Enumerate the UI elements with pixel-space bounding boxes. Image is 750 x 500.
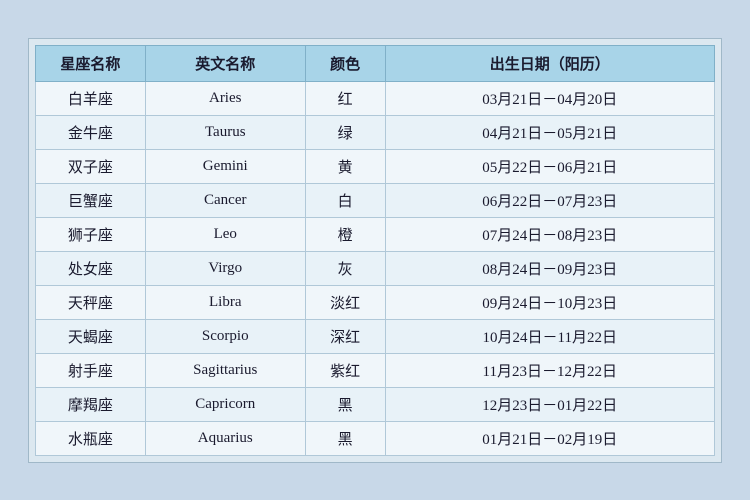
cell-date: 01月21日－02月19日: [385, 421, 714, 455]
cell-color: 橙: [305, 217, 385, 251]
cell-en: Capricorn: [145, 387, 305, 421]
cell-date: 11月23日－12月22日: [385, 353, 714, 387]
cell-date: 12月23日－01月22日: [385, 387, 714, 421]
cell-en: Taurus: [145, 115, 305, 149]
table-row: 摩羯座Capricorn黑12月23日－01月22日: [36, 387, 715, 421]
cell-color: 黑: [305, 387, 385, 421]
cell-date: 03月21日－04月20日: [385, 81, 714, 115]
cell-en: Cancer: [145, 183, 305, 217]
cell-zh: 处女座: [36, 251, 146, 285]
cell-zh: 白羊座: [36, 81, 146, 115]
header-zh: 星座名称: [36, 45, 146, 81]
cell-color: 深红: [305, 319, 385, 353]
cell-zh: 水瓶座: [36, 421, 146, 455]
cell-zh: 天秤座: [36, 285, 146, 319]
cell-color: 淡红: [305, 285, 385, 319]
cell-zh: 射手座: [36, 353, 146, 387]
header-date: 出生日期（阳历）: [385, 45, 714, 81]
table-row: 处女座Virgo灰08月24日－09月23日: [36, 251, 715, 285]
cell-date: 08月24日－09月23日: [385, 251, 714, 285]
cell-zh: 摩羯座: [36, 387, 146, 421]
cell-zh: 巨蟹座: [36, 183, 146, 217]
cell-date: 06月22日－07月23日: [385, 183, 714, 217]
table-row: 金牛座Taurus绿04月21日－05月21日: [36, 115, 715, 149]
cell-color: 红: [305, 81, 385, 115]
header-en: 英文名称: [145, 45, 305, 81]
cell-date: 09月24日－10月23日: [385, 285, 714, 319]
cell-en: Aquarius: [145, 421, 305, 455]
table-row: 狮子座Leo橙07月24日－08月23日: [36, 217, 715, 251]
table-body: 白羊座Aries红03月21日－04月20日金牛座Taurus绿04月21日－0…: [36, 81, 715, 455]
cell-zh: 金牛座: [36, 115, 146, 149]
cell-zh: 狮子座: [36, 217, 146, 251]
cell-zh: 双子座: [36, 149, 146, 183]
cell-en: Libra: [145, 285, 305, 319]
table-row: 巨蟹座Cancer白06月22日－07月23日: [36, 183, 715, 217]
cell-color: 黄: [305, 149, 385, 183]
cell-color: 灰: [305, 251, 385, 285]
table-row: 白羊座Aries红03月21日－04月20日: [36, 81, 715, 115]
cell-en: Aries: [145, 81, 305, 115]
cell-en: Virgo: [145, 251, 305, 285]
cell-date: 05月22日－06月21日: [385, 149, 714, 183]
table-row: 射手座Sagittarius紫红11月23日－12月22日: [36, 353, 715, 387]
zodiac-table: 星座名称 英文名称 颜色 出生日期（阳历） 白羊座Aries红03月21日－04…: [35, 45, 715, 456]
cell-color: 白: [305, 183, 385, 217]
zodiac-table-container: 星座名称 英文名称 颜色 出生日期（阳历） 白羊座Aries红03月21日－04…: [28, 38, 722, 463]
table-header-row: 星座名称 英文名称 颜色 出生日期（阳历）: [36, 45, 715, 81]
cell-date: 07月24日－08月23日: [385, 217, 714, 251]
cell-date: 10月24日－11月22日: [385, 319, 714, 353]
cell-en: Sagittarius: [145, 353, 305, 387]
cell-en: Gemini: [145, 149, 305, 183]
table-row: 双子座Gemini黄05月22日－06月21日: [36, 149, 715, 183]
cell-en: Leo: [145, 217, 305, 251]
cell-color: 黑: [305, 421, 385, 455]
header-color: 颜色: [305, 45, 385, 81]
table-row: 水瓶座Aquarius黑01月21日－02月19日: [36, 421, 715, 455]
cell-zh: 天蝎座: [36, 319, 146, 353]
cell-en: Scorpio: [145, 319, 305, 353]
cell-date: 04月21日－05月21日: [385, 115, 714, 149]
cell-color: 紫红: [305, 353, 385, 387]
cell-color: 绿: [305, 115, 385, 149]
table-row: 天秤座Libra淡红09月24日－10月23日: [36, 285, 715, 319]
table-row: 天蝎座Scorpio深红10月24日－11月22日: [36, 319, 715, 353]
